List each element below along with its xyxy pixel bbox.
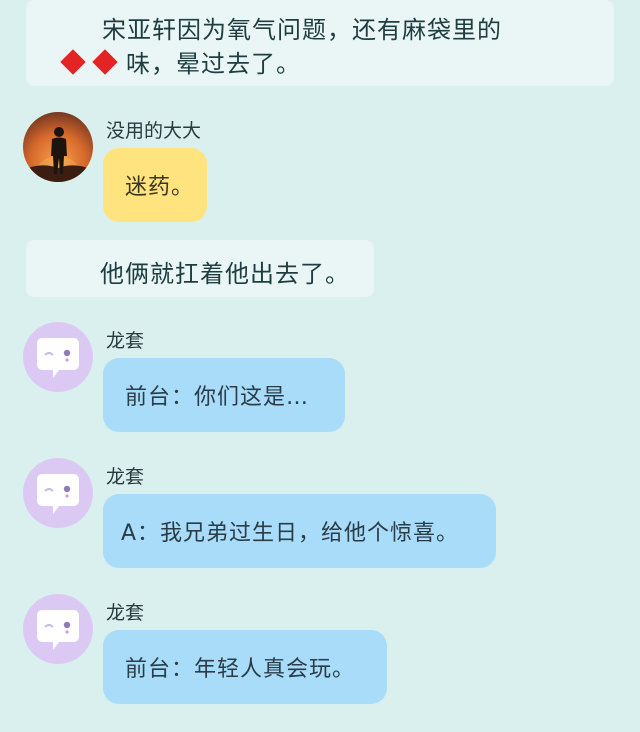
person-silhouette-icon — [23, 127, 93, 182]
narration-block-top: 宋亚轩因为氧气问题，还有麻袋里的 味，晕过去了。 — [26, 0, 614, 86]
message-bubble: A：我兄弟过生日，给他个惊喜。 — [103, 494, 496, 568]
narration-block-mid: 他俩就扛着他出去了。 — [26, 240, 374, 297]
narration-line-text: 味，晕过去了。 — [126, 50, 301, 78]
sender-name: 龙套 — [106, 602, 145, 624]
message-bubble: 前台：你们这是… — [103, 358, 345, 432]
narration-line: 他俩就扛着他出去了。 — [100, 260, 350, 288]
red-diamond-icon — [60, 48, 86, 75]
chat-bubble-face-icon — [37, 338, 79, 378]
narration-line: 宋亚轩因为氧气问题，还有麻袋里的 — [102, 16, 502, 44]
sender-name: 没用的大大 — [106, 120, 202, 142]
avatar[interactable] — [23, 322, 93, 392]
chat-bubble-face-icon — [37, 474, 79, 514]
chat-bubble-face-icon — [37, 610, 79, 650]
narration-line: 味，晕过去了。 — [60, 44, 301, 79]
avatar[interactable] — [23, 112, 93, 182]
avatar[interactable] — [23, 594, 93, 664]
red-diamond-icon — [92, 48, 118, 75]
message-bubble: 前台：年轻人真会玩。 — [103, 630, 387, 704]
message-bubble: 迷药。 — [103, 148, 207, 222]
avatar[interactable] — [23, 458, 93, 528]
sender-name: 龙套 — [106, 330, 145, 352]
sender-name: 龙套 — [106, 466, 145, 488]
